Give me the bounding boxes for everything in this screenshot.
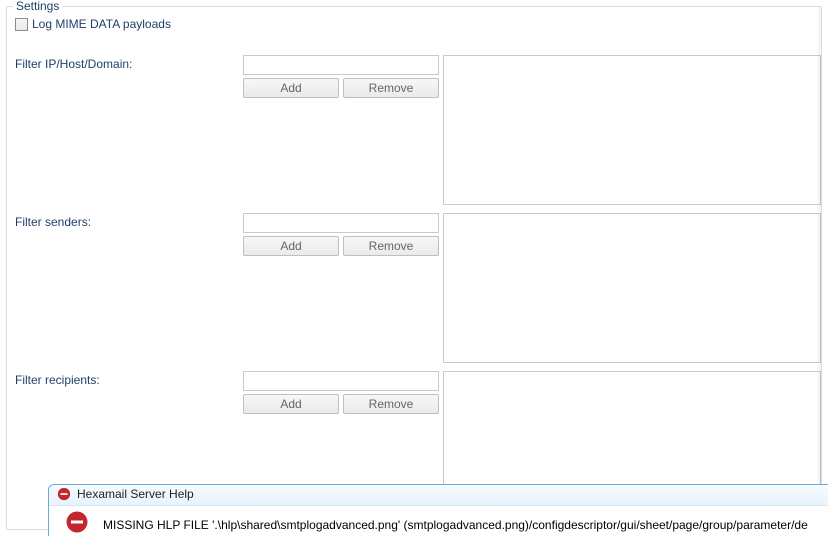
- settings-groupbox: Settings Log MIME DATA payloads Filter I…: [6, 6, 822, 530]
- help-message-text: MISSING HLP FILE '.\hlp\shared\smtplogad…: [103, 518, 808, 532]
- help-window-title: Hexamail Server Help: [77, 487, 194, 501]
- filter-recipients-input[interactable]: [243, 371, 439, 391]
- add-label: Add: [280, 397, 301, 411]
- remove-label: Remove: [369, 397, 414, 411]
- filter-recipients-label: Filter recipients:: [15, 373, 100, 387]
- filter-senders-label: Filter senders:: [15, 215, 91, 229]
- filter-senders-input[interactable]: [243, 213, 439, 233]
- filter-recipients-remove-button[interactable]: Remove: [343, 394, 439, 414]
- right-shadow: [816, 7, 821, 529]
- help-body: MISSING HLP FILE '.\hlp\shared\smtplogad…: [49, 505, 828, 536]
- error-icon: [65, 510, 89, 534]
- remove-label: Remove: [369, 81, 414, 95]
- filter-senders-listbox[interactable]: [443, 213, 821, 363]
- log-mime-label: Log MIME DATA payloads: [32, 17, 171, 31]
- help-window: Hexamail Server Help MISSING HLP FILE '.…: [44, 484, 828, 536]
- filter-host-input[interactable]: [243, 55, 439, 75]
- add-label: Add: [280, 239, 301, 253]
- help-frame: Hexamail Server Help MISSING HLP FILE '.…: [48, 484, 828, 536]
- error-icon: [57, 487, 71, 501]
- log-mime-checkbox[interactable]: [15, 18, 28, 31]
- filter-host-remove-button[interactable]: Remove: [343, 78, 439, 98]
- remove-label: Remove: [369, 239, 414, 253]
- filter-host-listbox[interactable]: [443, 55, 821, 205]
- filter-recipients-add-button[interactable]: Add: [243, 394, 339, 414]
- filter-senders-add-button[interactable]: Add: [243, 236, 339, 256]
- filter-host-add-button[interactable]: Add: [243, 78, 339, 98]
- add-label: Add: [280, 81, 301, 95]
- log-mime-row: Log MIME DATA payloads: [15, 17, 171, 31]
- filter-host-label: Filter IP/Host/Domain:: [15, 57, 132, 71]
- filter-senders-remove-button[interactable]: Remove: [343, 236, 439, 256]
- group-title: Settings: [13, 0, 62, 13]
